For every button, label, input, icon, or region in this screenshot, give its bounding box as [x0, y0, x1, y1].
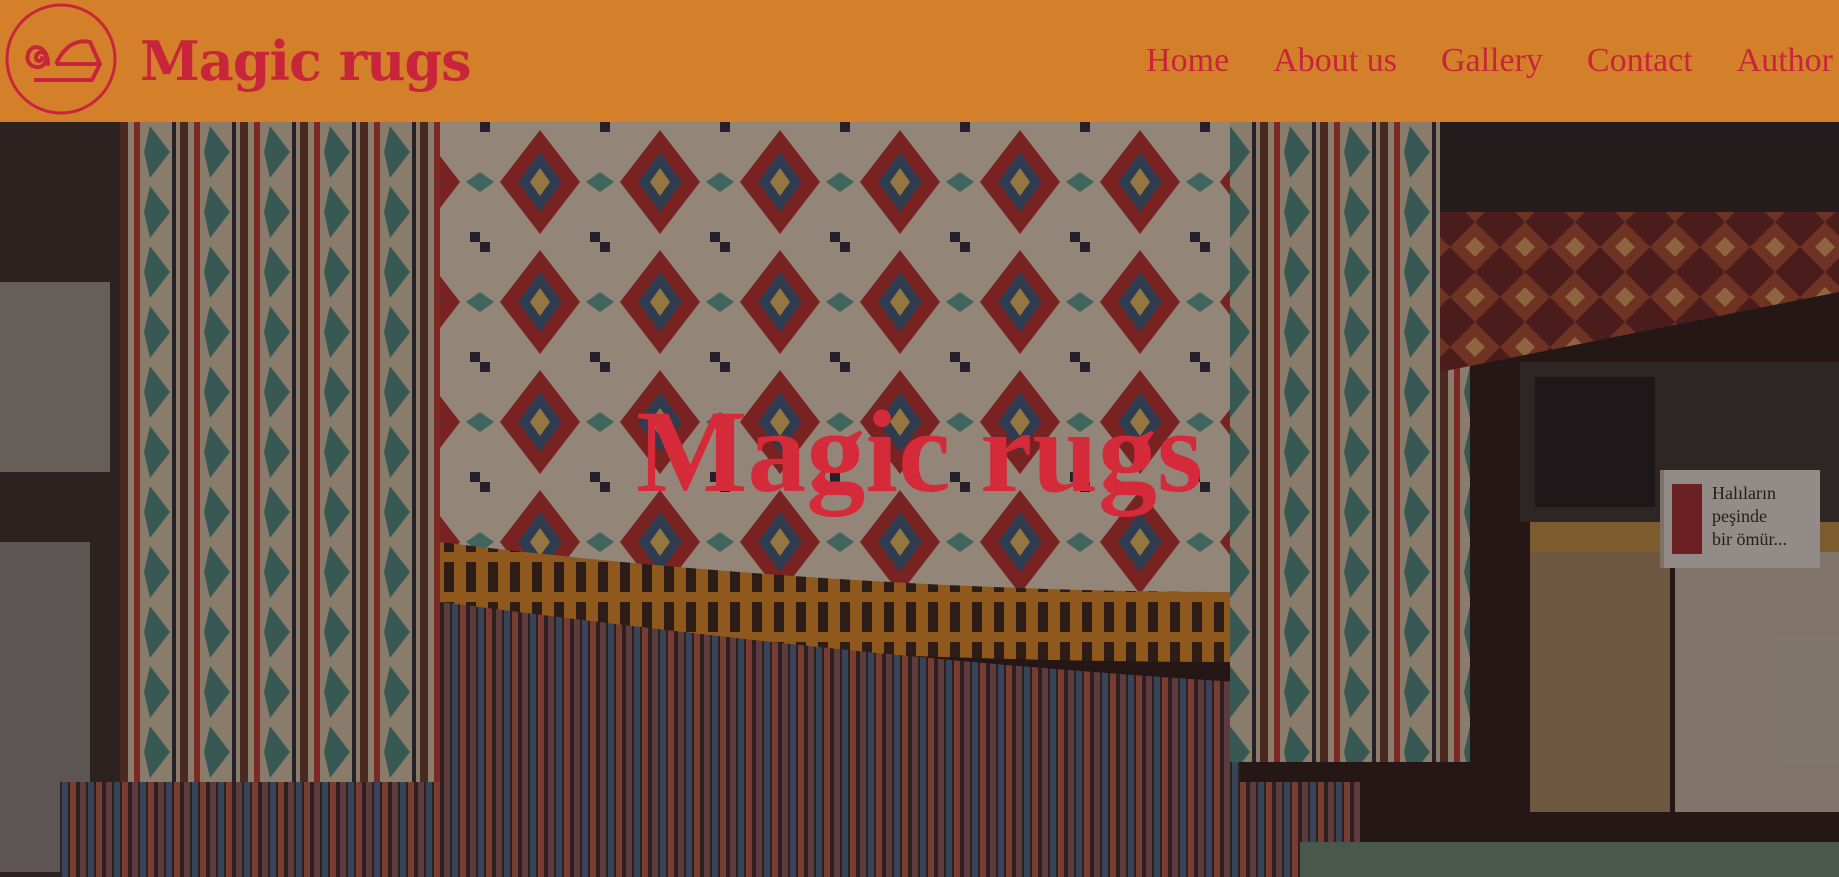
nav-contact-link[interactable]: Contact	[1587, 42, 1693, 80]
nav-home-link[interactable]: Home	[1146, 42, 1229, 80]
nav-about-link[interactable]: About us	[1273, 42, 1397, 80]
hero-section: Halıların peşinde bir ömür... Magic rugs	[0, 122, 1839, 877]
nav-gallery-link[interactable]: Gallery	[1441, 42, 1543, 80]
site-header: Magic rugs Home About us Gallery Contact…	[0, 0, 1839, 122]
rolled-rug-icon	[4, 2, 118, 121]
brand-logo[interactable]: Magic rugs	[0, 0, 472, 122]
nav-author-link[interactable]: Author	[1737, 42, 1833, 80]
hero-title: Magic rugs	[636, 386, 1203, 517]
brand-name: Magic rugs	[140, 29, 472, 93]
main-nav: Home About us Gallery Contact Author	[1146, 0, 1839, 122]
